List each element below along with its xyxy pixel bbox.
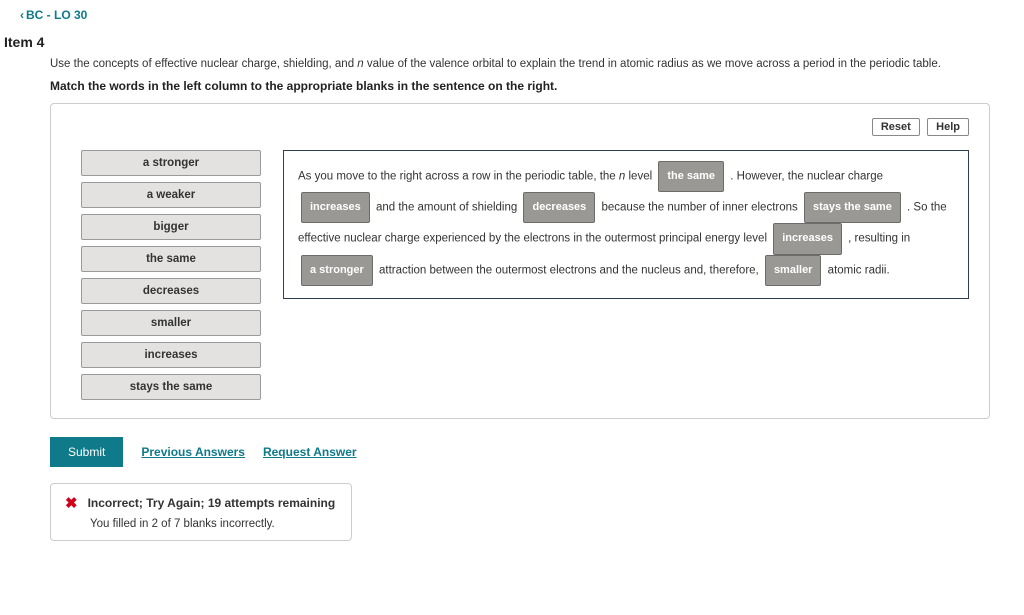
blank-1[interactable]: the same [658, 161, 724, 192]
blank-2[interactable]: increases [301, 192, 370, 223]
blank-3[interactable]: decreases [523, 192, 595, 223]
word-chip[interactable]: a stronger [81, 150, 261, 176]
words-column: a stronger a weaker bigger the same decr… [81, 150, 261, 400]
word-chip[interactable]: smaller [81, 310, 261, 336]
back-link-label: BC - LO 30 [26, 8, 87, 22]
sentence-box: As you move to the right across a row in… [283, 150, 969, 298]
back-link[interactable]: ‹BC - LO 30 [20, 8, 87, 22]
help-button[interactable]: Help [927, 118, 969, 136]
item-title: Item 4 [4, 34, 1024, 50]
reset-button[interactable]: Reset [872, 118, 920, 136]
feedback-detail: You filled in 2 of 7 blanks incorrectly. [90, 518, 335, 530]
blank-5[interactable]: increases [773, 223, 842, 254]
instruction-text-2: Match the words in the left column to th… [50, 79, 990, 93]
word-chip[interactable]: stays the same [81, 374, 261, 400]
blank-6[interactable]: a stronger [301, 255, 373, 286]
feedback-box: ✖ Incorrect; Try Again; 19 attempts rema… [50, 483, 352, 541]
word-chip[interactable]: decreases [81, 278, 261, 304]
blank-4[interactable]: stays the same [804, 192, 901, 223]
word-chip[interactable]: increases [81, 342, 261, 368]
work-area: Reset Help a stronger a weaker bigger th… [50, 103, 990, 419]
chevron-left-icon: ‹ [20, 8, 24, 22]
blank-7[interactable]: smaller [765, 255, 822, 286]
submit-button[interactable]: Submit [50, 437, 123, 467]
request-answer-link[interactable]: Request Answer [263, 445, 357, 459]
word-chip[interactable]: the same [81, 246, 261, 272]
feedback-heading: Incorrect; Try Again; 19 attempts remain… [88, 496, 336, 510]
instruction-text-1: Use the concepts of effective nuclear ch… [50, 56, 990, 73]
word-chip[interactable]: bigger [81, 214, 261, 240]
incorrect-icon: ✖ [65, 494, 78, 512]
word-chip[interactable]: a weaker [81, 182, 261, 208]
previous-answers-link[interactable]: Previous Answers [141, 445, 245, 459]
